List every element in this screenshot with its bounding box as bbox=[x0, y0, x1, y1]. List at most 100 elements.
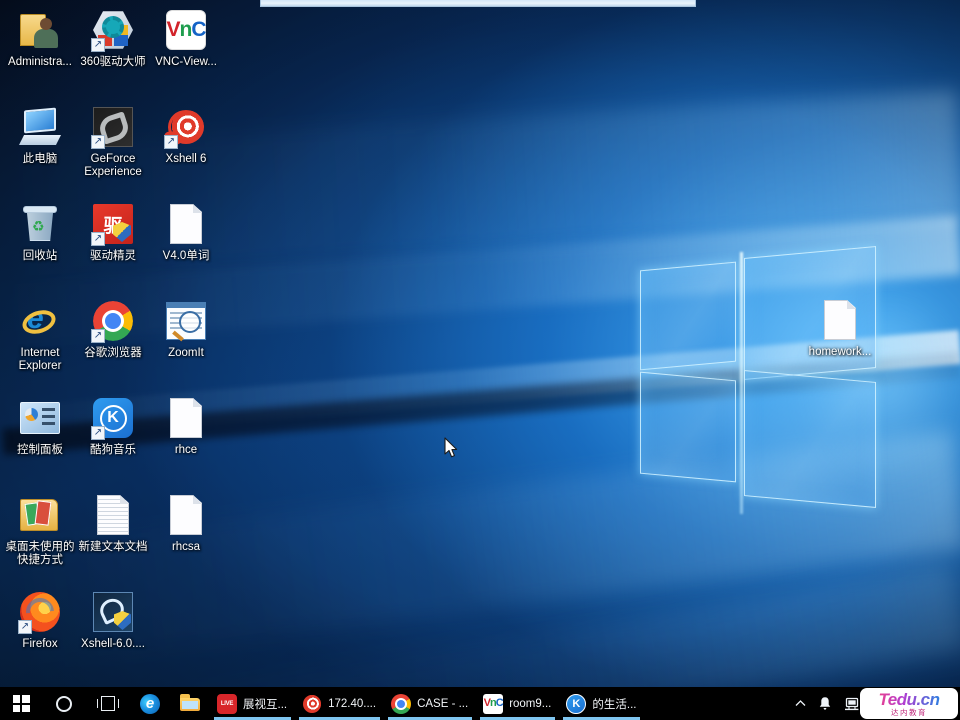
tedu-watermark-logo: Tedu.cn 达内教育 bbox=[860, 688, 958, 719]
firefox-icon: ↗ bbox=[18, 590, 62, 634]
this-pc-icon bbox=[18, 105, 62, 149]
edge-icon: e bbox=[140, 693, 160, 714]
desktop-icon-homework[interactable]: homework... bbox=[802, 298, 878, 359]
windows-logo-wallpaper-icon bbox=[612, 245, 960, 570]
desktop-icon-new-text-document[interactable]: 新建文本文档 bbox=[77, 493, 149, 554]
desktop-icon-label: 桌面未使用的快捷方式 bbox=[5, 541, 75, 566]
desktop-icon-label: rhcsa bbox=[171, 541, 201, 553]
kugou-music-icon: K ↗ bbox=[91, 396, 135, 440]
lined-text-document-icon bbox=[91, 493, 135, 537]
text-document-icon bbox=[164, 396, 208, 440]
notifications-bell-icon[interactable] bbox=[812, 687, 838, 720]
vnc-viewer-icon: VnC bbox=[483, 693, 504, 714]
taskbar: e LIVE 展视互... 172.40.... CASE - ... V n … bbox=[0, 687, 960, 720]
desktop-icon-360-driver-master[interactable]: ↗ 360驱动大师 bbox=[77, 8, 149, 69]
taskbar-item-label: room9... bbox=[509, 697, 552, 710]
desktop-icon-drive-wizard[interactable]: 驱 ↗ 驱动精灵 bbox=[77, 202, 149, 263]
user-folder-icon bbox=[18, 8, 62, 52]
desktop-icon-firefox[interactable]: ↗ Firefox bbox=[4, 590, 76, 651]
desktop-icon-label: 谷歌浏览器 bbox=[84, 347, 142, 359]
desktop-icon-label: rhce bbox=[174, 444, 198, 456]
start-button[interactable] bbox=[0, 687, 42, 720]
desktop-icon-label: Xshell-6.0.... bbox=[81, 638, 145, 650]
xshell-icon: ↗ bbox=[162, 105, 208, 149]
desktop-icon-label: Xshell 6 bbox=[165, 153, 207, 165]
file-explorer-icon bbox=[180, 693, 200, 714]
desktop-icon-zoomit[interactable]: ZoomIt bbox=[150, 299, 222, 360]
desktop-icon-label: VNC-View... bbox=[155, 56, 217, 68]
shortcut-arrow-icon: ↗ bbox=[91, 232, 105, 246]
desktop-icon-label: 驱动精灵 bbox=[90, 250, 136, 262]
desktop-icon-label: homework... bbox=[808, 346, 872, 358]
desktop-icon-control-panel[interactable]: 控制面板 bbox=[4, 396, 76, 457]
desktop-icon-label: Firefox bbox=[22, 638, 58, 650]
shortcut-arrow-icon: ↗ bbox=[18, 620, 32, 634]
shortcut-arrow-icon: ↗ bbox=[91, 38, 105, 52]
xshell-installer-icon bbox=[91, 590, 135, 634]
shortcut-arrow-icon: ↗ bbox=[164, 135, 178, 149]
task-view-button[interactable] bbox=[86, 687, 130, 720]
desktop-icon-label: V4.0单词 bbox=[162, 250, 210, 262]
shortcut-arrow-icon: ↗ bbox=[91, 135, 105, 149]
shortcut-arrow-icon: ↗ bbox=[91, 426, 105, 440]
cortana-search-button[interactable] bbox=[42, 687, 86, 720]
desktop-icon-xshell-6[interactable]: ↗ Xshell 6 bbox=[150, 105, 222, 166]
desktop-icon-label: 酷狗音乐 bbox=[90, 444, 136, 456]
desktop-icon-rhcsa[interactable]: rhcsa bbox=[150, 493, 222, 554]
taskbar-item-live-broadcast[interactable]: LIVE 展视互... bbox=[210, 687, 295, 720]
tedu-logo-sub-text: 达内教育 bbox=[891, 707, 927, 717]
desktop-icon-vnc-viewer[interactable]: VnC VNC-View... bbox=[150, 8, 222, 69]
desktop-icon-administrator[interactable]: Administra... bbox=[4, 8, 76, 69]
taskbar-item-chrome[interactable]: CASE - ... bbox=[384, 687, 476, 720]
desktop-icon-unused-shortcuts[interactable]: 桌面未使用的快捷方式 bbox=[4, 493, 76, 567]
tedu-logo-main-text: Tedu.cn bbox=[878, 689, 940, 709]
taskbar-item-edge[interactable]: e bbox=[130, 687, 170, 720]
desktop-icon-label: 360驱动大师 bbox=[80, 56, 146, 68]
task-view-icon bbox=[97, 696, 119, 711]
desktop-icon-kugou-music[interactable]: K ↗ 酷狗音乐 bbox=[77, 396, 149, 457]
taskbar-item-vnc-viewer[interactable]: VnC room9... bbox=[476, 687, 559, 720]
drive-the-wizard-icon: 驱 ↗ bbox=[91, 202, 135, 246]
taskbar-item-file-explorer[interactable] bbox=[170, 687, 210, 720]
desktop-icon-label: 控制面板 bbox=[17, 444, 63, 456]
show-hidden-icons-chevron-icon[interactable] bbox=[789, 687, 812, 720]
cortana-circle-icon bbox=[56, 695, 72, 712]
taskbar-item-label: 展视互... bbox=[243, 698, 288, 711]
desktop-icon-v40-vocabulary[interactable]: V4.0单词 bbox=[150, 202, 222, 263]
desktop-icon-this-pc[interactable]: 此电脑 bbox=[4, 105, 76, 166]
desktop-icon-grid: Administra... ↗ 360驱动大师 VnC VNC-View... … bbox=[0, 0, 230, 690]
taskbar-item-kugou-music[interactable]: K 的生活... bbox=[559, 687, 644, 720]
shortcut-arrow-icon: ↗ bbox=[91, 329, 105, 343]
recycle-bin-icon: ♻ bbox=[18, 202, 62, 246]
desktop-icon-xshell-installer[interactable]: Xshell-6.0.... bbox=[77, 590, 149, 651]
desktop-icon-internet-explorer[interactable]: e Internet Explorer bbox=[4, 299, 76, 373]
text-document-icon bbox=[164, 493, 208, 537]
desktop-icon-label: 此电脑 bbox=[22, 153, 58, 165]
google-chrome-icon: ↗ bbox=[91, 299, 135, 343]
control-panel-icon bbox=[18, 396, 62, 440]
live-broadcast-icon: LIVE bbox=[217, 693, 237, 714]
offscreen-window-edge[interactable] bbox=[260, 0, 696, 7]
geforce-experience-icon: ↗ bbox=[91, 105, 135, 149]
taskbar-item-xshell-session[interactable]: 172.40.... bbox=[295, 687, 384, 720]
desktop-icon-label: 回收站 bbox=[22, 250, 58, 262]
vnc-viewer-icon: VnC bbox=[164, 8, 208, 52]
taskbar-item-label: CASE - ... bbox=[417, 697, 469, 710]
desktop-icon-label: Administra... bbox=[8, 56, 72, 68]
desktop-icon-recycle-bin[interactable]: ♻ 回收站 bbox=[4, 202, 76, 263]
desktop-icon-google-chrome[interactable]: ↗ 谷歌浏览器 bbox=[77, 299, 149, 360]
google-chrome-icon bbox=[391, 693, 412, 714]
zoomit-icon bbox=[164, 299, 208, 343]
text-document-icon bbox=[818, 298, 862, 342]
xshell-icon bbox=[302, 694, 322, 714]
360-driver-master-icon: ↗ bbox=[91, 8, 135, 52]
kugou-music-icon: K bbox=[566, 693, 587, 714]
desktop-icon-rhce[interactable]: rhce bbox=[150, 396, 222, 457]
desktop-screen: Administra... ↗ 360驱动大师 VnC VNC-View... … bbox=[0, 0, 960, 720]
text-document-icon bbox=[164, 202, 208, 246]
taskbar-item-label: 的生活... bbox=[592, 698, 637, 711]
desktop-icon-geforce-experience[interactable]: ↗ GeForce Experience bbox=[77, 105, 149, 179]
internet-explorer-icon: e bbox=[18, 299, 62, 343]
taskbar-item-label: 172.40.... bbox=[328, 697, 377, 710]
desktop-icon-label: 新建文本文档 bbox=[78, 541, 148, 553]
